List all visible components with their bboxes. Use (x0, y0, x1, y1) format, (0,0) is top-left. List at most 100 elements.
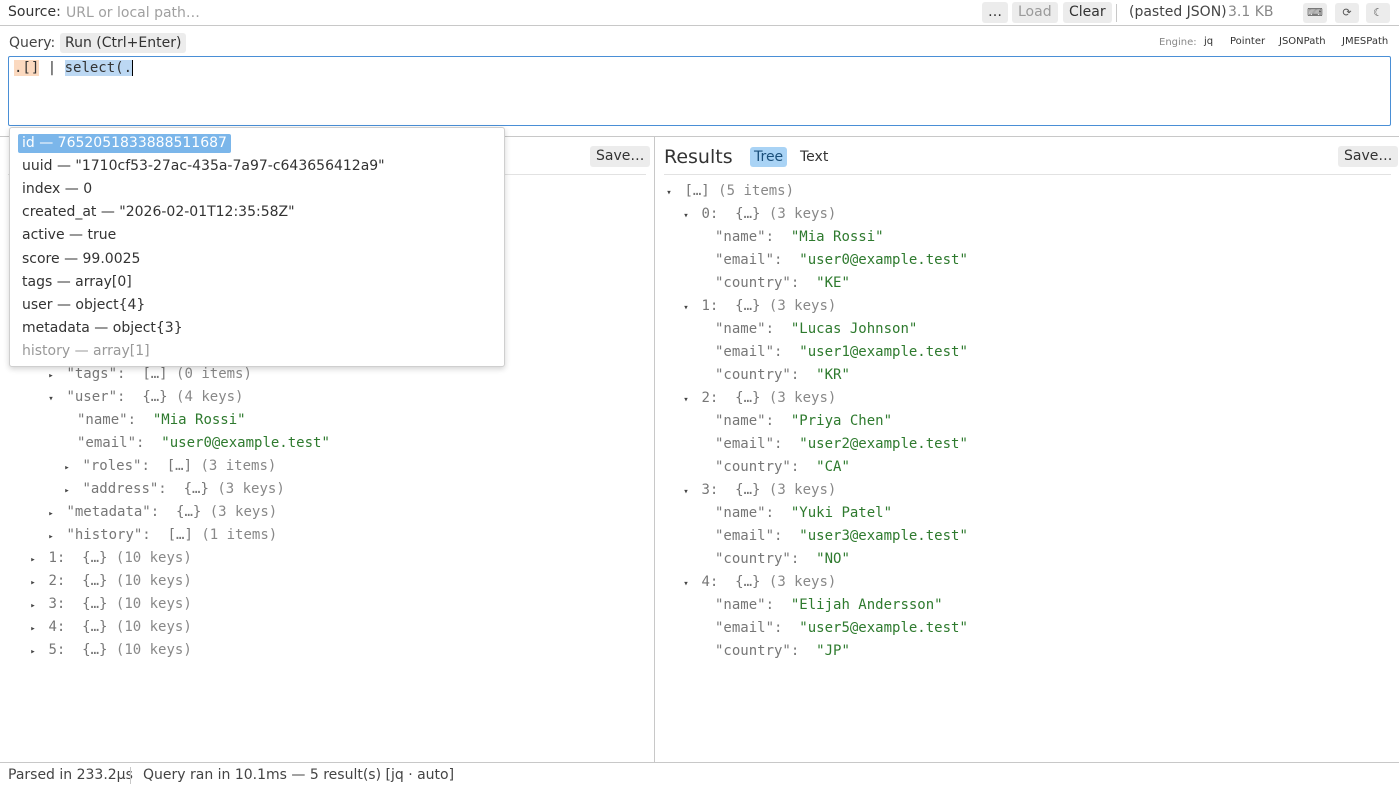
autocomplete-popup: id — 7652051833888511687 uuid — "1710cf53… (9, 127, 505, 367)
tree-row[interactable]: ▸ 2: {…} (10 keys) (26, 572, 191, 592)
autocomplete-item[interactable]: metadata — object{3} (18, 319, 187, 338)
tree-row[interactable]: ▸ 4: {…} (10 keys) (26, 618, 191, 638)
tree-meta: (3 keys) (768, 482, 837, 498)
tree-string-value: "Lucas Johnson" (790, 321, 918, 337)
autocomplete-item[interactable]: user — object{4} (18, 296, 149, 315)
result-index: 3: (701, 482, 719, 498)
browse-button[interactable]: … (982, 2, 1008, 23)
tree-row[interactable]: ▸ "tags": […] (0 items) (44, 365, 252, 383)
result-index: 2: (701, 390, 719, 406)
tree-key: "tags": (66, 366, 126, 382)
tree-meta: (4 keys) (176, 389, 244, 405)
tree-row[interactable]: ▸ "address": {…} (3 keys) (60, 480, 284, 500)
collapse-toggle-icon[interactable]: ▾ (662, 184, 676, 202)
tree-row[interactable]: ▾ "user": {…} (4 keys) (44, 388, 243, 406)
result-index: 1: (701, 298, 719, 314)
refresh-icon[interactable]: ⟳ (1335, 3, 1359, 23)
results-save-button[interactable]: Save… (1338, 146, 1399, 167)
query-editor[interactable]: .[] | select(. (8, 56, 1391, 126)
source-input[interactable] (62, 2, 962, 23)
result-item-row[interactable]: ▾ 4: {…} (3 keys) (679, 573, 836, 591)
engine-jq[interactable]: jq (1204, 36, 1213, 47)
expand-toggle-icon[interactable]: ▸ (26, 643, 40, 661)
tree-row[interactable]: ▾ […] (5 items) (662, 182, 794, 200)
tree-string-value: "Yuki Patel" (790, 505, 893, 521)
clear-button[interactable]: Clear (1063, 2, 1112, 23)
query-status: Query ran in 10.1ms — 5 result(s) [jq · … (143, 767, 455, 783)
tree-meta: (3 keys) (768, 298, 837, 314)
result-field-row: "country": "KE" (715, 274, 850, 292)
tree-value-collapsed: […] (142, 366, 168, 382)
tree-row[interactable]: ▸ "history": […] (1 items) (44, 526, 277, 544)
result-item-row[interactable]: ▾ 1: {…} (3 keys) (679, 297, 836, 315)
result-field-row: "name": "Lucas Johnson" (715, 320, 917, 338)
moon-icon[interactable]: ☾ (1366, 3, 1390, 23)
tab-tree[interactable]: Tree (750, 147, 788, 167)
autocomplete-item[interactable]: tags — array[0] (18, 273, 136, 292)
tab-text[interactable]: Text (796, 147, 832, 167)
result-item-row[interactable]: ▾ 2: {…} (3 keys) (679, 389, 836, 407)
input-save-button[interactable]: Save… (590, 146, 651, 167)
expand-toggle-icon[interactable]: ▸ (60, 459, 74, 477)
expand-toggle-icon[interactable]: ▸ (44, 528, 58, 546)
tree-key: "country": (715, 551, 800, 567)
tree-value-collapsed: {…} (82, 550, 108, 566)
collapse-toggle-icon[interactable]: ▾ (679, 575, 693, 593)
collapse-toggle-icon[interactable]: ▾ (679, 391, 693, 409)
expand-toggle-icon[interactable]: ▸ (44, 367, 58, 385)
tree-key: 1: (48, 550, 66, 566)
autocomplete-item[interactable]: created_at — "2026-02-01T12:35:58Z" (18, 203, 299, 222)
tree-meta: (10 keys) (115, 550, 192, 566)
autocomplete-item[interactable]: index — 0 (18, 180, 96, 199)
autocomplete-item[interactable]: history — array[1] (18, 342, 154, 361)
expand-toggle-icon[interactable]: ▸ (26, 597, 40, 615)
collapse-toggle-icon[interactable]: ▾ (44, 390, 58, 408)
collapse-toggle-icon[interactable]: ▾ (679, 483, 693, 501)
divider (1116, 4, 1117, 22)
collapse-toggle-icon[interactable]: ▾ (679, 207, 693, 225)
result-field-row: "name": "Priya Chen" (715, 412, 892, 430)
result-item-row[interactable]: ▾ 0: {…} (3 keys) (679, 205, 836, 223)
tree-string-value: "Mia Rossi" (790, 229, 884, 245)
expand-toggle-icon[interactable]: ▸ (44, 505, 58, 523)
expand-toggle-icon[interactable]: ▸ (60, 482, 74, 500)
autocomplete-item[interactable]: uuid — "1710cf53-27ac-435a-7a97-c6436564… (18, 157, 389, 176)
tree-value-collapsed: […] (166, 458, 193, 474)
tree-meta: (3 keys) (768, 390, 837, 406)
engine-jsonpath[interactable]: JSONPath (1279, 36, 1326, 47)
tree-string-value: "user1@example.test" (799, 344, 968, 360)
tree-row[interactable]: ▸ 1: {…} (10 keys) (26, 549, 192, 569)
expand-toggle-icon[interactable]: ▸ (26, 551, 40, 569)
tree-string-value: "Mia Rossi" (152, 412, 246, 428)
tree-row[interactable]: ▸ "roles": […] (3 items) (60, 457, 276, 475)
engine-pointer[interactable]: Pointer (1230, 36, 1265, 47)
run-button[interactable]: Run (Ctrl+Enter) (60, 33, 187, 53)
autocomplete-item[interactable]: active — true (18, 226, 120, 245)
tree-row[interactable]: ▸ 3: {…} (10 keys) (26, 595, 191, 615)
load-button[interactable]: Load (1012, 2, 1058, 23)
autocomplete-item[interactable]: score — 99.0025 (18, 250, 144, 269)
tree-key: "email": (715, 344, 783, 360)
collapse-toggle-icon[interactable]: ▾ (679, 299, 693, 317)
tree-meta: (0 items) (176, 366, 252, 382)
tree-key: 3: (48, 596, 66, 612)
result-field-row: "name": "Elijah Andersson" (715, 596, 943, 614)
result-item-row[interactable]: ▾ 3: {…} (3 keys) (679, 481, 836, 499)
autocomplete-item[interactable]: id — 7652051833888511687 (18, 134, 231, 153)
tree-key: "name": (715, 413, 775, 429)
tree-key: "country": (715, 367, 800, 383)
tree-row[interactable]: ▸ "metadata": {…} (3 keys) (44, 503, 277, 521)
tree-string-value: "user2@example.test" (799, 436, 968, 452)
expand-toggle-icon[interactable]: ▸ (26, 620, 40, 638)
tree-row[interactable]: "email": "user0@example.test" (77, 434, 330, 452)
tree-row[interactable]: "name": "Mia Rossi" (77, 411, 246, 429)
tree-key: "name": (715, 229, 775, 245)
engine-jmespath[interactable]: JMESPath (1342, 36, 1388, 47)
tree-row[interactable]: ▸ 5: {…} (10 keys) (26, 641, 191, 661)
tree-string-value: "user0@example.test" (799, 252, 968, 268)
tree-value-collapsed: {…} (183, 481, 209, 497)
keyboard-icon[interactable]: ⌨ (1303, 3, 1327, 23)
pane-separator (664, 174, 1391, 175)
expand-toggle-icon[interactable]: ▸ (26, 574, 40, 592)
tree-meta: (3 keys) (768, 574, 837, 590)
